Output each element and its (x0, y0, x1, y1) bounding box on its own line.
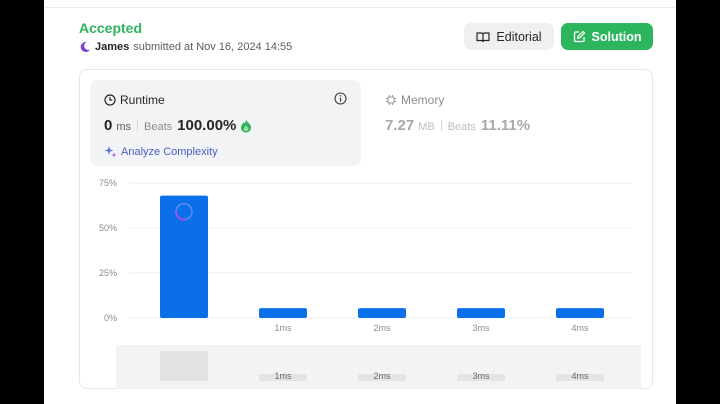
user-name[interactable]: James (95, 41, 129, 53)
y-tick-label: 25% (99, 268, 117, 278)
chart-bar[interactable] (259, 308, 307, 318)
solution-button[interactable]: Solution (561, 23, 653, 50)
top-divider (44, 7, 676, 8)
submitted-at: submitted at Nov 16, 2024 14:55 (133, 41, 293, 53)
x-tick-label: 1ms (274, 323, 292, 333)
minimap-bar (160, 351, 208, 381)
submission-status: Accepted (79, 20, 143, 36)
performance-panel: Runtime 0 ms Beats 100.00% Analyze Compl… (79, 69, 653, 389)
x-tick-label: 2ms (373, 323, 391, 333)
crescent-avatar-icon[interactable] (79, 41, 91, 53)
submission-page: Accepted James submitted at Nov 16, 2024… (44, 0, 676, 404)
chart-bar[interactable] (457, 308, 505, 318)
minimap-label: 2ms (373, 371, 391, 381)
y-tick-label: 75% (99, 178, 117, 188)
chart-bar[interactable] (556, 308, 604, 318)
runtime-distribution-chart[interactable]: 0% 25% 50% 75% 1ms 2ms 3ms 4ms 1ms 2ms 3ms 4ms (80, 70, 654, 390)
minimap-label: 4ms (571, 371, 589, 381)
edit-square-icon (573, 30, 585, 43)
minimap-label: 1ms (274, 371, 292, 381)
x-tick-label: 4ms (571, 323, 589, 333)
x-tick-label: 3ms (472, 323, 490, 333)
editorial-label: Editorial (496, 29, 542, 44)
editorial-button[interactable]: Editorial (464, 23, 554, 50)
book-icon (476, 31, 491, 42)
submission-meta: James submitted at Nov 16, 2024 14:55 (79, 41, 292, 53)
minimap-label: 3ms (472, 371, 490, 381)
chart-bar[interactable] (358, 308, 406, 318)
solution-label: Solution (591, 29, 642, 44)
chart-bar[interactable] (160, 195, 208, 318)
y-tick-label: 0% (104, 313, 117, 323)
y-tick-label: 50% (99, 223, 117, 233)
